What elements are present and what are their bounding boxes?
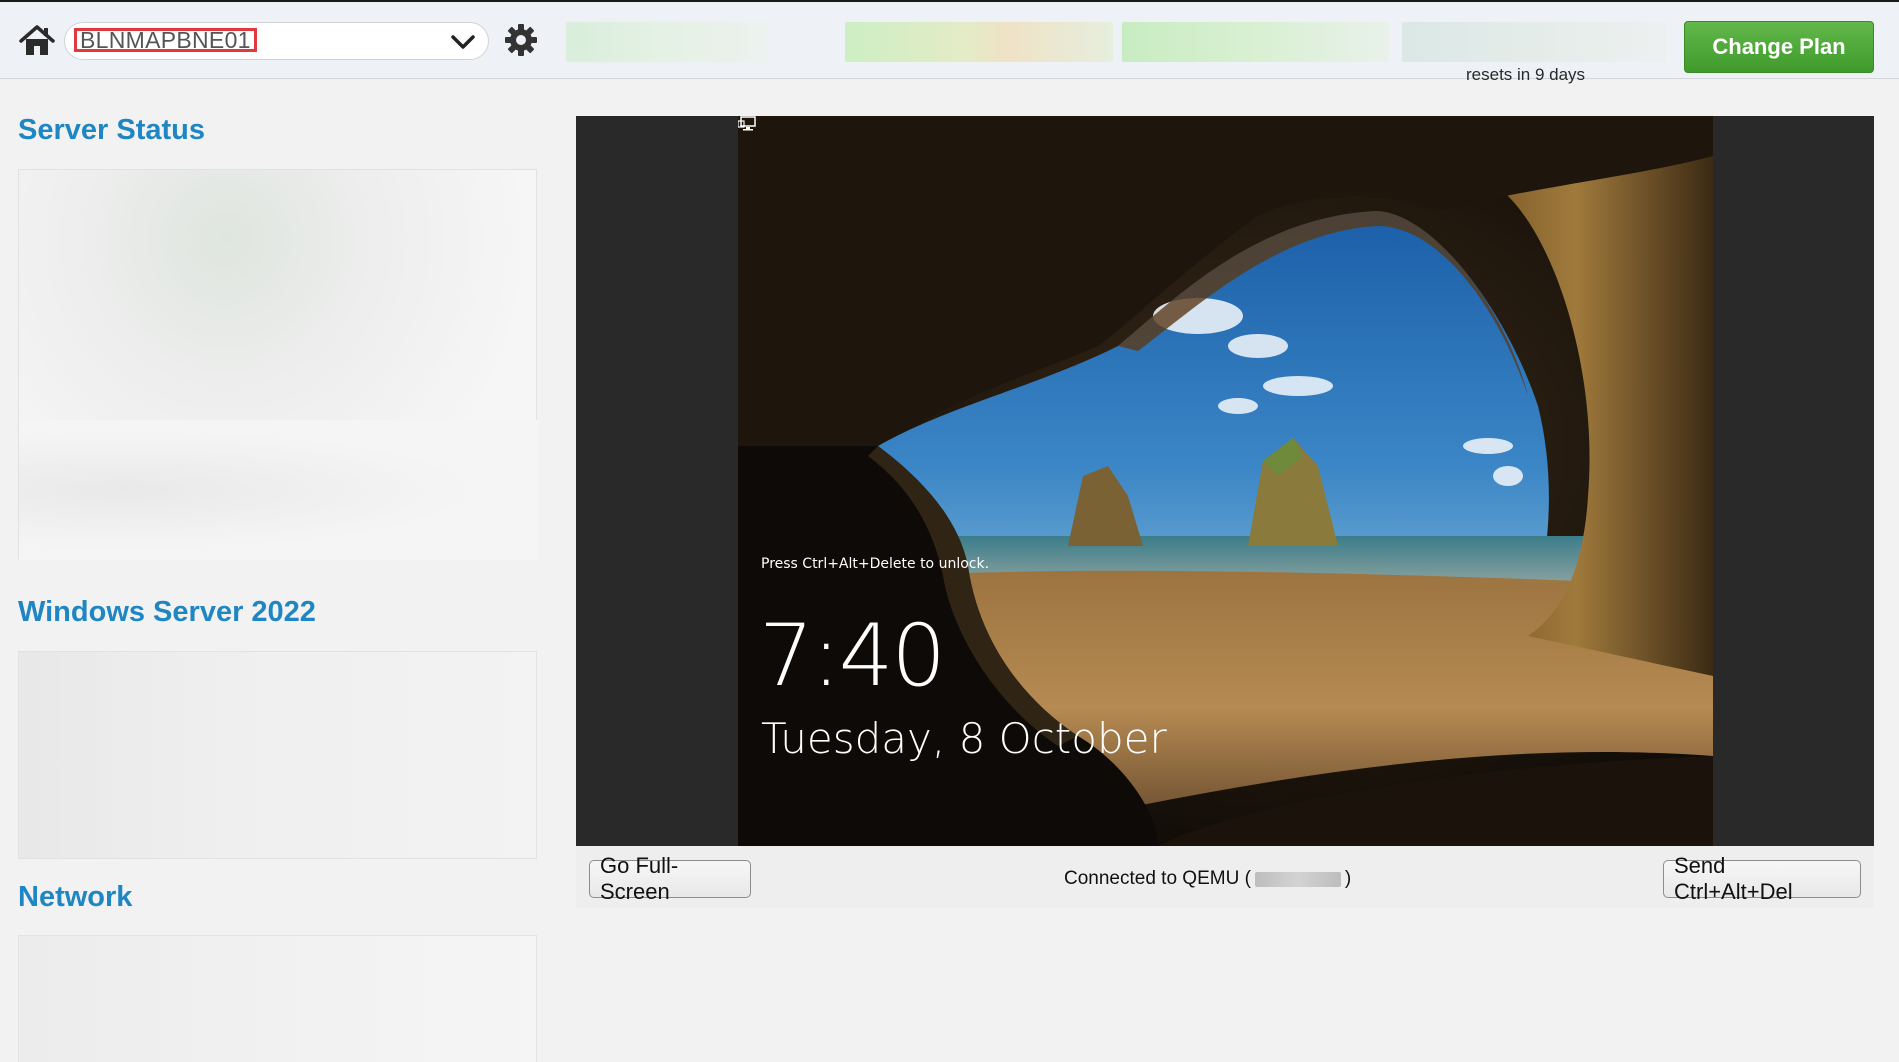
server-status-panel bbox=[18, 169, 538, 560]
monitor-icon[interactable] bbox=[738, 116, 758, 132]
chevron-down-icon[interactable] bbox=[450, 32, 476, 52]
fullscreen-button[interactable]: Go Full-Screen bbox=[589, 853, 751, 904]
connection-status-prefix: Connected to QEMU ( bbox=[1064, 868, 1251, 889]
usage-meter-4 bbox=[1402, 22, 1667, 62]
usage-meter-3 bbox=[1122, 22, 1389, 62]
section-title-server-status: Server Status bbox=[18, 114, 205, 146]
server-name: BLNMAPBNE01 bbox=[74, 28, 257, 52]
change-plan-button[interactable]: Change Plan bbox=[1684, 21, 1874, 73]
send-ctrl-alt-del-button[interactable]: Send Ctrl+Alt+Del bbox=[1663, 853, 1861, 904]
remote-screen[interactable]: Press Ctrl+Alt+Delete to unlock. 7:40 Tu… bbox=[738, 116, 1713, 846]
gear-icon[interactable] bbox=[503, 22, 539, 58]
console-toolbar: Go Full-Screen Connected to QEMU ( ) Sen… bbox=[576, 846, 1874, 908]
network-panel bbox=[18, 935, 537, 1062]
home-icon[interactable] bbox=[18, 22, 56, 60]
top-bar: BLNMAPBNE01 resets in 9 days Change Plan bbox=[0, 0, 1899, 84]
connection-status-suffix: ) bbox=[1344, 868, 1352, 889]
vnc-console[interactable]: Press Ctrl+Alt+Delete to unlock. 7:40 Tu… bbox=[576, 116, 1874, 846]
lock-clock: 7:40 bbox=[759, 606, 946, 706]
usage-reset-note: resets in 9 days bbox=[1466, 65, 1586, 84]
section-title-os: Windows Server 2022 bbox=[18, 596, 316, 628]
section-title-network: Network bbox=[18, 881, 133, 913]
connection-status: Connected to QEMU ( ) bbox=[1064, 868, 1351, 890]
usage-meter-2 bbox=[845, 22, 1113, 62]
os-panel bbox=[18, 651, 537, 859]
lock-date: Tuesday, 8 October bbox=[761, 714, 1167, 763]
lock-hint-text: Press Ctrl+Alt+Delete to unlock. bbox=[761, 556, 990, 572]
usage-meter-1 bbox=[566, 22, 766, 62]
server-select[interactable]: BLNMAPBNE01 bbox=[64, 22, 489, 60]
redacted-address bbox=[1254, 871, 1341, 887]
